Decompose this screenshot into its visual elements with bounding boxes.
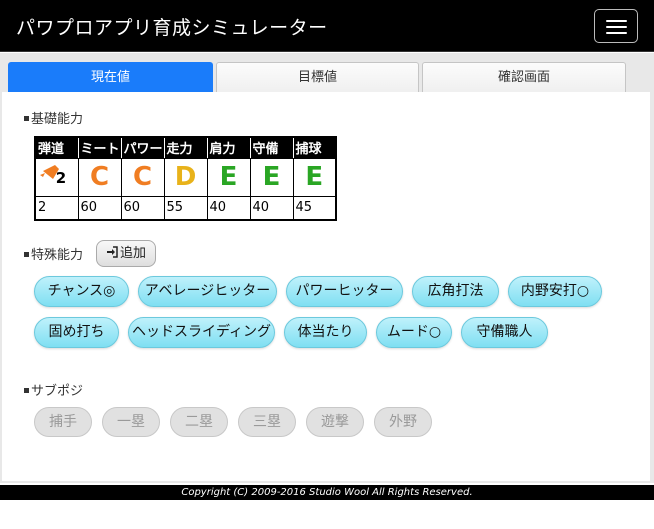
trajectory-icon: 2 [37,159,77,189]
ability-pill[interactable]: 守備職人 [461,317,548,348]
rank-defense: E [249,157,294,197]
value-power[interactable]: 60 [120,195,165,221]
add-ability-label: 追加 [119,246,146,261]
ability-header: 走力 [163,136,208,159]
ability-header-row: 弾道 ミート パワー 走力 肩力 守備 捕球 [34,136,337,159]
section-basic: 基礎能力 [24,108,83,127]
value-trajectory[interactable]: 2 [34,195,79,221]
ability-header: パワー [120,136,165,159]
value-meet[interactable]: 60 [77,195,122,221]
main-panel: 現在値 目標値 確認画面 基礎能力 弾道 ミート パワー 走力 肩力 守備 捕球 [0,53,654,483]
position-pill[interactable]: 三塁 [238,407,296,437]
ability-header: ミート [77,136,122,159]
position-pill[interactable]: 外野 [374,407,432,437]
hamburger-icon-bar [606,32,627,34]
ability-pill[interactable]: 固め打ち [34,317,119,348]
value-catching[interactable]: 45 [292,195,337,221]
ability-table: 弾道 ミート パワー 走力 肩力 守備 捕球 2 C C D E E E 2 6… [34,136,337,221]
ability-rank-row: 2 C C D E E E [34,157,337,197]
tab-current[interactable]: 現在値 [8,62,213,93]
trajectory-value: 2 [55,168,67,187]
footer-copyright: Copyright (C) 2009-2016 Studio Wool All … [0,485,654,500]
ability-pill[interactable]: 体当たり [284,317,367,348]
ability-pill[interactable]: ヘッドスライディング [128,317,275,348]
tab-content: 基礎能力 弾道 ミート パワー 走力 肩力 守備 捕球 2 C C D E E … [2,92,650,481]
position-pill[interactable]: 遊撃 [306,407,364,437]
ability-pill[interactable]: ムード○ [376,317,452,348]
tab-confirm[interactable]: 確認画面 [422,62,626,93]
ability-pill[interactable]: チャンス◎ [34,276,129,307]
section-subpos: サブポジ [24,380,83,399]
hamburger-icon [606,20,627,22]
value-defense[interactable]: 40 [249,195,294,221]
rank-power: C [120,157,165,197]
square-bullet-icon [24,388,29,393]
ability-header: 守備 [249,136,294,159]
rank-catching: E [292,157,337,197]
value-arm[interactable]: 40 [206,195,251,221]
rank-speed: D [163,157,208,197]
sign-in-icon [106,242,118,267]
position-pill[interactable]: 捕手 [34,407,92,437]
section-special-title: 特殊能力 [31,248,84,263]
tab-target[interactable]: 目標値 [216,62,419,93]
add-ability-button[interactable]: 追加 [96,240,156,267]
square-bullet-icon [24,116,29,121]
square-bullet-icon [24,252,29,257]
position-pill[interactable]: 二塁 [170,407,228,437]
ability-pill[interactable]: パワーヒッター [286,276,403,307]
ability-pill[interactable]: 広角打法 [412,276,499,307]
section-special: 特殊能力 [24,244,83,263]
rank-arm: E [206,157,251,197]
value-speed[interactable]: 55 [163,195,208,221]
ability-pill[interactable]: 内野安打○ [508,276,602,307]
ability-header: 弾道 [34,136,79,159]
hamburger-icon-bar [606,26,627,28]
menu-button[interactable] [594,9,638,43]
app-title: パワプロアプリ育成シミュレーター [16,17,328,39]
ability-header: 肩力 [206,136,251,159]
trajectory-cell: 2 [34,157,79,197]
section-subpos-title: サブポジ [31,384,84,399]
position-pill[interactable]: 一塁 [102,407,160,437]
ability-value-row: 2 60 60 55 40 40 45 [34,195,337,221]
app-header: パワプロアプリ育成シミュレーター [0,0,654,52]
section-basic-title: 基礎能力 [31,112,84,127]
page: パワプロアプリ育成シミュレーター 現在値 目標値 確認画面 基礎能力 弾道 ミー… [0,0,654,529]
ability-pill[interactable]: アベレージヒッター [138,276,277,307]
rank-meet: C [77,157,122,197]
ability-header: 捕球 [292,136,337,159]
